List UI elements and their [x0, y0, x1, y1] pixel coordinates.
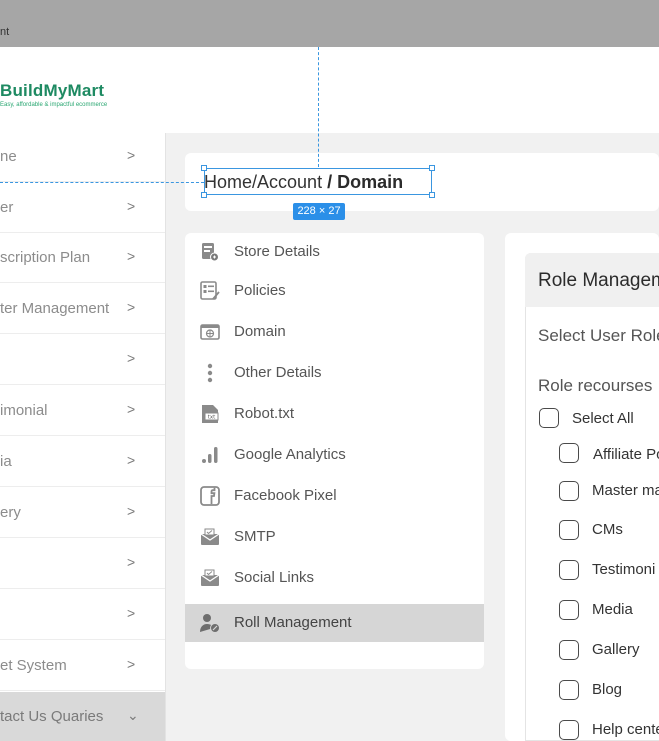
resize-handle[interactable] [429, 165, 435, 171]
menu-item-domain[interactable]: Domain [185, 313, 484, 351]
resize-handle[interactable] [429, 192, 435, 198]
menu-item-label: Facebook Pixel [234, 487, 337, 504]
chevron-right-icon: > [127, 401, 136, 417]
menu-item-label: Store Details [234, 243, 320, 260]
menu-item-social-links[interactable]: Social Links [185, 559, 484, 597]
sidebar-item-gallery[interactable]: ery > [0, 488, 165, 538]
menu-item-label: Google Analytics [234, 446, 346, 463]
sidebar-item-label: ery [0, 504, 21, 521]
resource-checkbox[interactable] [559, 443, 579, 463]
menu-item-smtp[interactable]: SMTP [185, 518, 484, 556]
chevron-down-icon: ⌄ [127, 707, 139, 723]
menu-item-label: Other Details [234, 364, 322, 381]
menu-item-label: Roll Management [234, 614, 352, 631]
measure-guide-vertical [318, 47, 319, 167]
user-settings-icon [200, 614, 220, 633]
resource-label: Affiliate Po [593, 446, 659, 463]
resource-checkbox[interactable] [559, 600, 579, 620]
role-management-title: Role Managem [538, 270, 659, 291]
sidebar-item-5[interactable]: > [0, 335, 165, 385]
menu-item-label: Domain [234, 323, 286, 340]
select-all-label: Select All [572, 410, 634, 427]
social-mail-icon [200, 569, 220, 586]
chevron-right-icon: > [127, 452, 136, 468]
sidebar-item-label: tact Us Quaries [0, 708, 104, 725]
sidebar-item-user[interactable]: er > [0, 183, 165, 233]
resource-checkbox[interactable] [559, 640, 579, 660]
analytics-icon [202, 447, 218, 463]
resize-handle[interactable] [201, 192, 207, 198]
menu-item-label: Social Links [234, 569, 315, 586]
chevron-right-icon: > [127, 503, 136, 519]
resource-label: Help cente [592, 721, 659, 738]
dimension-badge: 228 × 27 [293, 203, 345, 220]
menu-item-label: SMTP [234, 528, 276, 545]
svg-text:txt: txt [208, 415, 216, 421]
resource-label: Blog [592, 681, 623, 698]
resource-label: Gallery [592, 641, 640, 658]
sidebar-item-label: et System [0, 657, 67, 674]
sidebar-item-label: scription Plan [0, 249, 91, 266]
facebook-icon [200, 486, 220, 506]
sidebar-item-label: ter Management [0, 300, 110, 317]
page-header [165, 47, 659, 133]
resource-label: Master ma [592, 482, 659, 499]
menu-item-google-analytics[interactable]: Google Analytics [185, 436, 484, 474]
sidebar-item-label: ne [0, 148, 17, 165]
sidebar-item-ticket-system[interactable]: et System > [0, 641, 165, 691]
policy-icon [200, 281, 220, 300]
resource-label: Media [592, 601, 633, 618]
mail-icon [200, 528, 220, 545]
sidebar-item-master-management[interactable]: ter Management > [0, 284, 165, 334]
chevron-right-icon: > [127, 248, 136, 264]
selection-box[interactable] [204, 168, 432, 195]
menu-item-facebook-pixel[interactable]: Facebook Pixel [185, 477, 484, 515]
brand-tagline: Easy, affordable & impactful ecommerce [0, 102, 108, 108]
chevron-right-icon: > [127, 147, 136, 163]
chevron-right-icon: > [127, 656, 136, 672]
brand-logo[interactable]: BuildMyMart [0, 81, 104, 101]
resource-checkbox[interactable] [559, 520, 579, 540]
sidebar-item-contact-us-quaries[interactable]: tact Us Quaries ⌄ [0, 692, 165, 741]
resource-checkbox[interactable] [559, 720, 579, 740]
chevron-right-icon: > [127, 554, 136, 570]
domain-icon [200, 324, 220, 340]
menu-item-label: Robot.txt [234, 405, 295, 422]
menu-item-policies[interactable]: Policies [185, 272, 484, 310]
menu-item-other-details[interactable]: Other Details [185, 354, 484, 392]
sidebar-item-media[interactable]: ia > [0, 437, 165, 487]
select-user-role-label[interactable]: Select User Role [538, 326, 659, 346]
chevron-right-icon: > [127, 350, 136, 366]
sidebar-item-label: ia [0, 453, 12, 470]
sidebar-item-label: er [0, 199, 14, 216]
menu-item-store-details[interactable]: Store Details [185, 233, 484, 271]
sidebar-item-subscription-plan[interactable]: scription Plan > [0, 233, 165, 283]
txt-file-icon: txt [202, 405, 219, 423]
top-bar: nt [0, 0, 659, 47]
store-icon [202, 243, 219, 262]
select-all-checkbox[interactable] [539, 408, 559, 428]
menu-item-label: Policies [234, 282, 286, 299]
chevron-right-icon: > [127, 198, 136, 214]
resource-checkbox[interactable] [559, 680, 579, 700]
resource-checkbox[interactable] [559, 560, 579, 580]
sidebar-item-testimonial[interactable]: imonial > [0, 386, 165, 436]
chevron-right-icon: > [127, 299, 136, 315]
sidebar-item-label: imonial [0, 402, 48, 419]
chevron-right-icon: > [127, 605, 136, 621]
measure-guide-horizontal [0, 182, 204, 183]
resize-handle[interactable] [201, 165, 207, 171]
resource-label: Testimoni [592, 561, 656, 578]
role-resources-label: Role recourses [538, 376, 653, 395]
sidebar-item-home[interactable]: ne > [0, 132, 165, 182]
sidebar-item-9[interactable]: > [0, 539, 165, 589]
sidebar-item-10[interactable]: > [0, 590, 165, 640]
more-vertical-icon [207, 363, 213, 383]
resource-label: CMs [592, 521, 623, 538]
resource-checkbox[interactable] [559, 481, 579, 501]
menu-item-roll-management[interactable]: Roll Management [185, 604, 484, 642]
top-bar-text: nt [0, 26, 10, 38]
menu-item-robot-txt[interactable]: txt Robot.txt [185, 395, 484, 433]
